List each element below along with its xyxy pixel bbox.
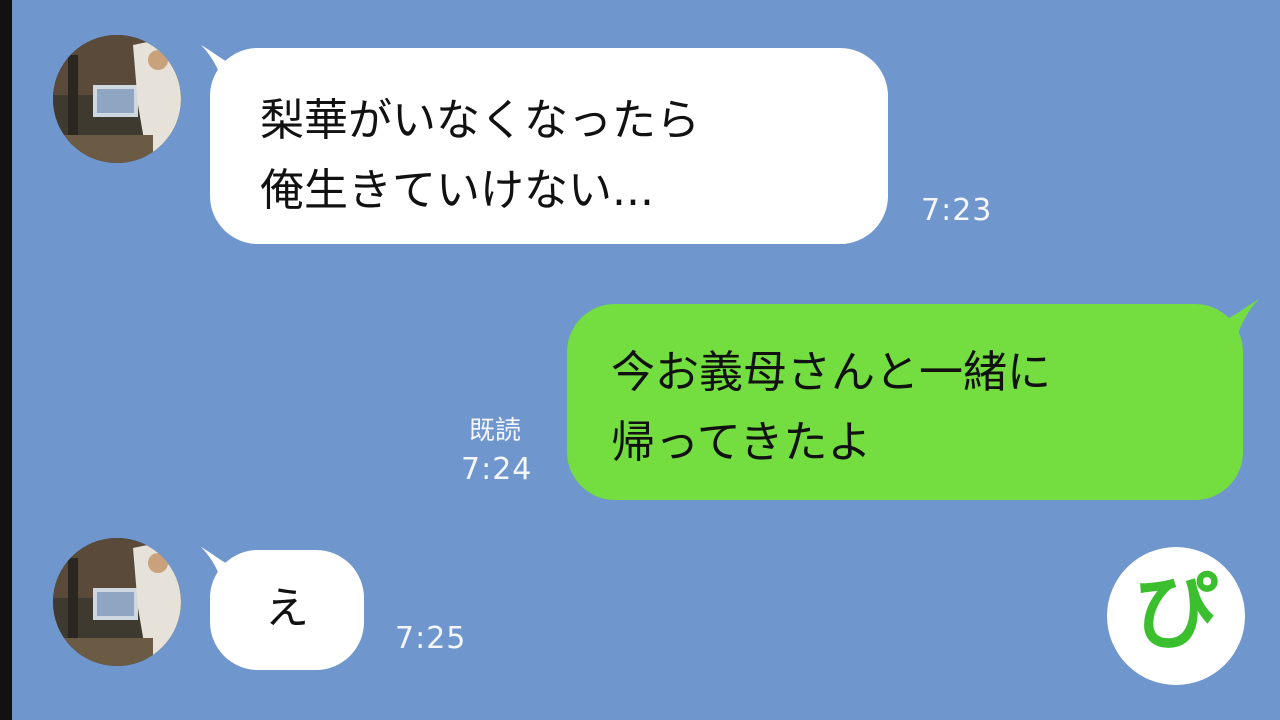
message-time: 7:23 (921, 193, 993, 228)
avatar-photo-icon (53, 35, 181, 163)
device-edge (0, 0, 12, 720)
avatar-photo-icon (53, 538, 181, 666)
message-bubble-incoming[interactable]: 梨華がいなくなったら 俺生きていけない... (210, 48, 888, 244)
read-receipt: 既読 (469, 416, 522, 446)
message-bubble-outgoing[interactable]: 今お義母さんと一緒に 帰ってきたよ (567, 304, 1243, 500)
message-time: 7:25 (395, 621, 467, 656)
message-bubble-incoming[interactable]: え (210, 550, 364, 670)
app-logo: ぴ (1107, 547, 1245, 685)
contact-avatar[interactable] (53, 538, 181, 666)
app-logo-text: ぴ (1133, 563, 1218, 661)
chat-screen: 梨華がいなくなったら 俺生きていけない... 7:23 今お義母さんと一緒に 帰… (0, 0, 1280, 720)
contact-avatar[interactable] (53, 35, 181, 163)
message-time: 7:24 (461, 452, 533, 487)
